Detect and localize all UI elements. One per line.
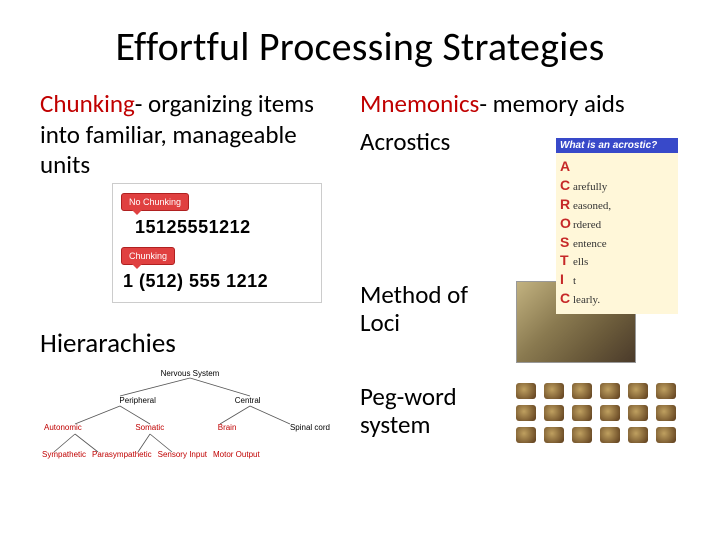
tree-node: Spinal cord <box>288 422 332 433</box>
tree-node: Sympathetic <box>40 449 88 460</box>
tree-node: Motor Output <box>211 449 262 460</box>
mnemonics-blurb: Mnemonics- memory aids <box>360 89 680 120</box>
no-chunking-tag: No Chunking <box>121 193 189 211</box>
tree-row-3: Sympathetic Parasympathetic Sensory Inpu… <box>40 449 340 460</box>
chunking-graphic: No Chunking 15125551212 Chunking 1 (512)… <box>112 183 322 303</box>
tree-node: Peripheral <box>117 395 157 406</box>
acrostic-line: It <box>560 270 672 289</box>
hierarchy-tree: Nervous System Peripheral Central Autono… <box>40 368 340 460</box>
chunking-term: Chunking <box>40 88 135 119</box>
acrostic-card: What is an acrostic? A Carefully Reasone… <box>556 138 678 314</box>
tree-row-root: Nervous System <box>40 368 340 379</box>
tree-node: Nervous System <box>159 368 222 379</box>
acrostic-line: Ordered <box>560 214 672 233</box>
tree-row-1: Peripheral Central <box>40 395 340 406</box>
acrostic-line: Carefully <box>560 176 672 195</box>
unchunked-number: 15125551212 <box>135 217 313 238</box>
tree-node: Somatic <box>133 422 166 433</box>
hierarchies-heading: Hierarachies <box>40 327 352 360</box>
tree-node: Brain <box>216 422 239 433</box>
slide: Effortful Processing Strategies Chunking… <box>0 0 720 487</box>
left-column: Chunking- organizing items into familiar… <box>40 89 352 467</box>
tree-node: Autonomic <box>42 422 84 433</box>
acrostic-line: Sentence <box>560 233 672 252</box>
chunking-tag: Chunking <box>121 247 175 265</box>
chunked-number: 1 (512) 555 1212 <box>123 271 313 292</box>
acrostic-line: Reasoned, <box>560 195 672 214</box>
tree-node: Sensory Input <box>156 449 209 460</box>
tree-node: Parasympathetic <box>90 449 154 460</box>
acrostic-body: A Carefully Reasoned, Ordered Sentence T… <box>556 153 678 314</box>
acrostic-header: What is an acrostic? <box>556 138 678 153</box>
peg-row: Peg-word system <box>360 383 680 447</box>
loci-label: Method of Loci <box>360 281 500 339</box>
acrostic-line: A <box>560 157 672 176</box>
mnemonics-rest: - memory aids <box>479 88 624 119</box>
tree-row-2: Autonomic Somatic Brain Spinal cord <box>40 422 340 433</box>
slide-title: Effortful Processing Strategies <box>40 22 680 71</box>
mnemonics-term: Mnemonics <box>360 88 479 119</box>
acrostic-line: Tells <box>560 251 672 270</box>
acrostic-line: Clearly. <box>560 289 672 308</box>
peg-word-image <box>516 383 680 447</box>
peg-label: Peg-word system <box>360 383 500 441</box>
chunking-blurb: Chunking- organizing items into familiar… <box>40 89 352 181</box>
tree-node: Central <box>233 395 263 406</box>
